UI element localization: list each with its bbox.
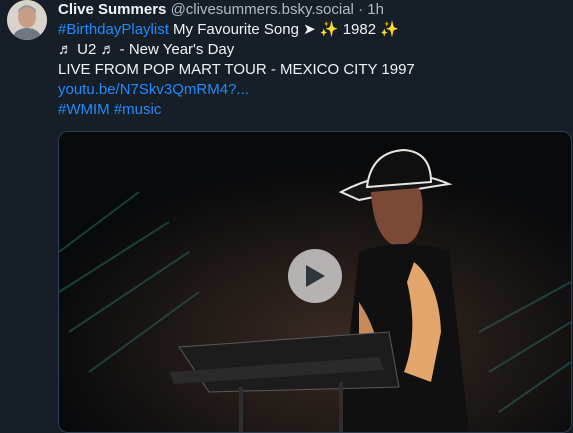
play-button[interactable] [288, 249, 342, 303]
author-name[interactable]: Clive Summers [58, 1, 166, 18]
post-body: Clive Summers @clivesummers.bsky.social … [58, 0, 568, 120]
youtube-link[interactable]: youtu.be/N7Skv3QmRM4?... [58, 81, 249, 98]
post-line-1: #BirthdayPlaylist My Favourite Song ➤ ✨ … [58, 20, 568, 40]
post-line-3: LIVE FROM POP MART TOUR - MEXICO CITY 19… [58, 61, 415, 78]
hashtag-birthdayplaylist[interactable]: #BirthdayPlaylist [58, 21, 169, 38]
post-line-2: ♬ U2 ♬ - New Year's Day [58, 41, 235, 58]
author-handle[interactable]: @clivesummers.bsky.social [171, 1, 354, 18]
avatar-photo [7, 0, 47, 40]
post-link-line: youtu.be/N7Skv3QmRM4?... [58, 80, 568, 100]
play-icon [306, 265, 325, 287]
post-time[interactable]: 1h [367, 1, 384, 18]
avatar[interactable] [7, 0, 47, 40]
hashtag-music[interactable]: #music [114, 101, 162, 118]
hashtag-wmim[interactable]: #WMIM [58, 101, 110, 118]
post-line-1-text: My Favourite Song ➤ ✨ 1982 ✨ [168, 21, 399, 38]
post-hashtags: #WMIM #music [58, 100, 568, 120]
post-header: Clive Summers @clivesummers.bsky.social … [58, 0, 568, 20]
header-separator: · [358, 1, 364, 18]
video-embed[interactable] [58, 131, 572, 433]
